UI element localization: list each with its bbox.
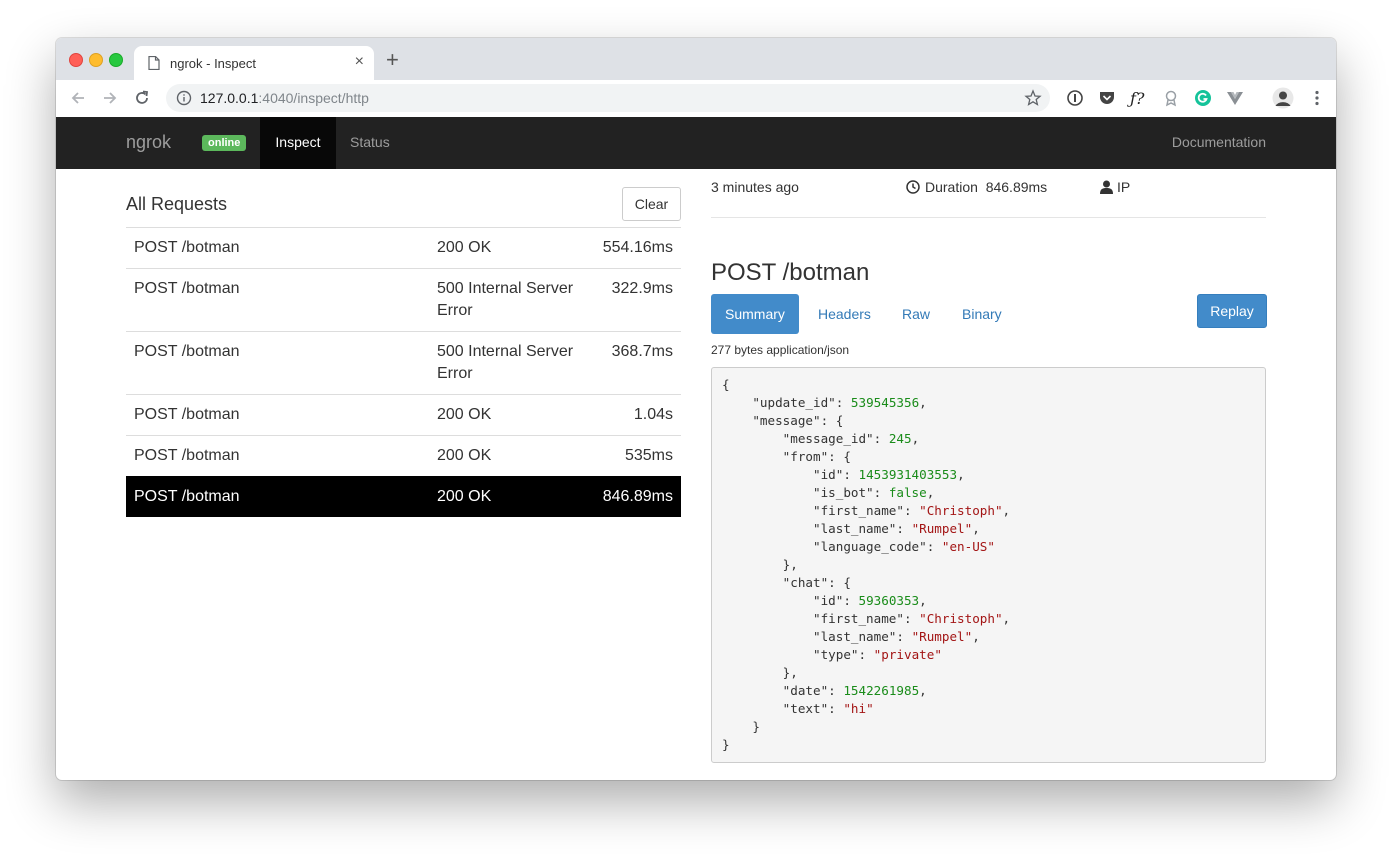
request-row[interactable]: POST /botman 200 OK 1.04s xyxy=(126,394,681,436)
replay-button[interactable]: Replay xyxy=(1197,294,1267,328)
maximize-window-button[interactable] xyxy=(109,53,123,67)
request-ip: IP xyxy=(1100,179,1130,197)
json-body-text: { "update_id": 539545356, "message": { "… xyxy=(722,377,1011,752)
duration-value: 846.89ms xyxy=(985,179,1048,195)
request-path: POST /botman xyxy=(126,331,431,395)
tab-summary[interactable]: Summary xyxy=(711,294,799,334)
request-path: POST /botman xyxy=(126,268,431,332)
nav-tab-status[interactable]: Status xyxy=(350,117,390,169)
grammarly-icon[interactable] xyxy=(1194,89,1212,107)
request-status: 200 OK xyxy=(431,476,585,517)
minimize-window-button[interactable] xyxy=(89,53,103,67)
request-duration-cell: 846.89ms xyxy=(585,476,681,517)
documentation-link[interactable]: Documentation xyxy=(1172,117,1266,169)
close-window-button[interactable] xyxy=(69,53,83,67)
duration-label: Duration xyxy=(925,179,978,195)
request-duration-cell: 368.7ms xyxy=(585,331,681,395)
document-icon xyxy=(148,55,160,75)
request-path: POST /botman xyxy=(126,394,431,436)
badge-extension-icon[interactable] xyxy=(1162,89,1180,107)
more-menu-icon[interactable] xyxy=(1308,89,1326,107)
request-path: POST /botman xyxy=(126,227,431,269)
function-extension-icon[interactable]: ƒ? xyxy=(1130,89,1148,108)
profile-avatar[interactable] xyxy=(1272,87,1294,109)
tab-title: ngrok - Inspect xyxy=(170,56,256,71)
request-row[interactable]: POST /botman 500 Internal Server Error 322… xyxy=(126,268,681,332)
request-duration-cell: 535ms xyxy=(585,435,681,477)
brand-logo[interactable]: ngrok xyxy=(126,132,171,153)
body-info: 277 bytes application/json xyxy=(711,343,850,357)
forward-arrow-icon[interactable] xyxy=(100,88,120,108)
request-heading: POST /botman xyxy=(711,259,870,286)
request-status: 500 Internal Server Error xyxy=(431,268,585,332)
user-icon xyxy=(1100,180,1113,197)
url-host: 127.0.0.1 xyxy=(200,90,259,106)
browser-toolbar: 127.0.0.1:4040/inspect/http ƒ? xyxy=(56,80,1336,118)
request-status: 200 OK xyxy=(431,394,585,436)
request-row[interactable]: POST /botman 200 OK 554.16ms xyxy=(126,227,681,269)
request-duration-cell: 1.04s xyxy=(585,394,681,436)
password-extension-icon[interactable] xyxy=(1066,89,1084,107)
bookmark-star-icon[interactable] xyxy=(1024,89,1042,112)
clock-icon xyxy=(906,180,920,197)
request-status: 500 Internal Server Error xyxy=(431,331,585,395)
all-requests-title: All Requests xyxy=(126,194,228,214)
request-status: 200 OK xyxy=(431,435,585,477)
request-duration-cell: 554.16ms xyxy=(585,227,681,269)
back-arrow-icon[interactable] xyxy=(68,88,88,108)
divider xyxy=(711,217,1266,218)
reload-icon[interactable] xyxy=(132,88,152,108)
ip-label: IP xyxy=(1117,179,1131,195)
ngrok-navbar: ngrok online Inspect Status Documentatio… xyxy=(56,117,1336,169)
browser-tab[interactable]: ngrok - Inspect × xyxy=(134,46,374,80)
address-bar[interactable]: 127.0.0.1:4040/inspect/http xyxy=(166,84,1050,112)
tab-headers[interactable]: Headers xyxy=(818,294,871,334)
url-text: 127.0.0.1:4040/inspect/http xyxy=(200,90,369,106)
request-row[interactable]: POST /botman 200 OK 535ms xyxy=(126,435,681,477)
request-path: POST /botman xyxy=(126,435,431,477)
nav-tab-inspect[interactable]: Inspect xyxy=(260,117,336,169)
main-content: All Requests Clear POST /botman 200 OK 554… xyxy=(56,169,1336,780)
tab-raw[interactable]: Raw xyxy=(902,294,930,334)
info-icon[interactable] xyxy=(176,90,192,111)
request-row[interactable]: POST /botman 500 Internal Server Error 368… xyxy=(126,331,681,395)
request-time-ago: 3 minutes ago xyxy=(711,179,799,195)
clear-button[interactable]: Clear xyxy=(622,187,681,221)
request-status: 200 OK xyxy=(431,227,585,269)
tab-strip: ngrok - Inspect × + xyxy=(56,38,1336,80)
request-duration: Duration 846.89ms xyxy=(906,179,1047,197)
request-row[interactable]: POST /botman 200 OK 846.89ms xyxy=(126,476,681,517)
pocket-extension-icon[interactable] xyxy=(1098,89,1116,107)
new-tab-icon[interactable]: + xyxy=(386,49,399,71)
close-tab-icon[interactable]: × xyxy=(355,54,364,70)
tab-binary[interactable]: Binary xyxy=(962,294,1002,334)
vue-devtools-icon[interactable] xyxy=(1226,89,1244,107)
request-duration-cell: 322.9ms xyxy=(585,268,681,332)
browser-window: ngrok - Inspect × + 127.0.0.1:4040/inspe… xyxy=(56,38,1336,780)
request-path: POST /botman xyxy=(126,476,431,517)
url-path: :4040/inspect/http xyxy=(258,90,369,106)
status-badge: online xyxy=(202,135,247,151)
json-body-viewer[interactable]: { "update_id": 539545356, "message": { "… xyxy=(711,367,1266,763)
requests-table: POST /botman 200 OK 554.16ms POST /botman 50… xyxy=(126,227,681,517)
